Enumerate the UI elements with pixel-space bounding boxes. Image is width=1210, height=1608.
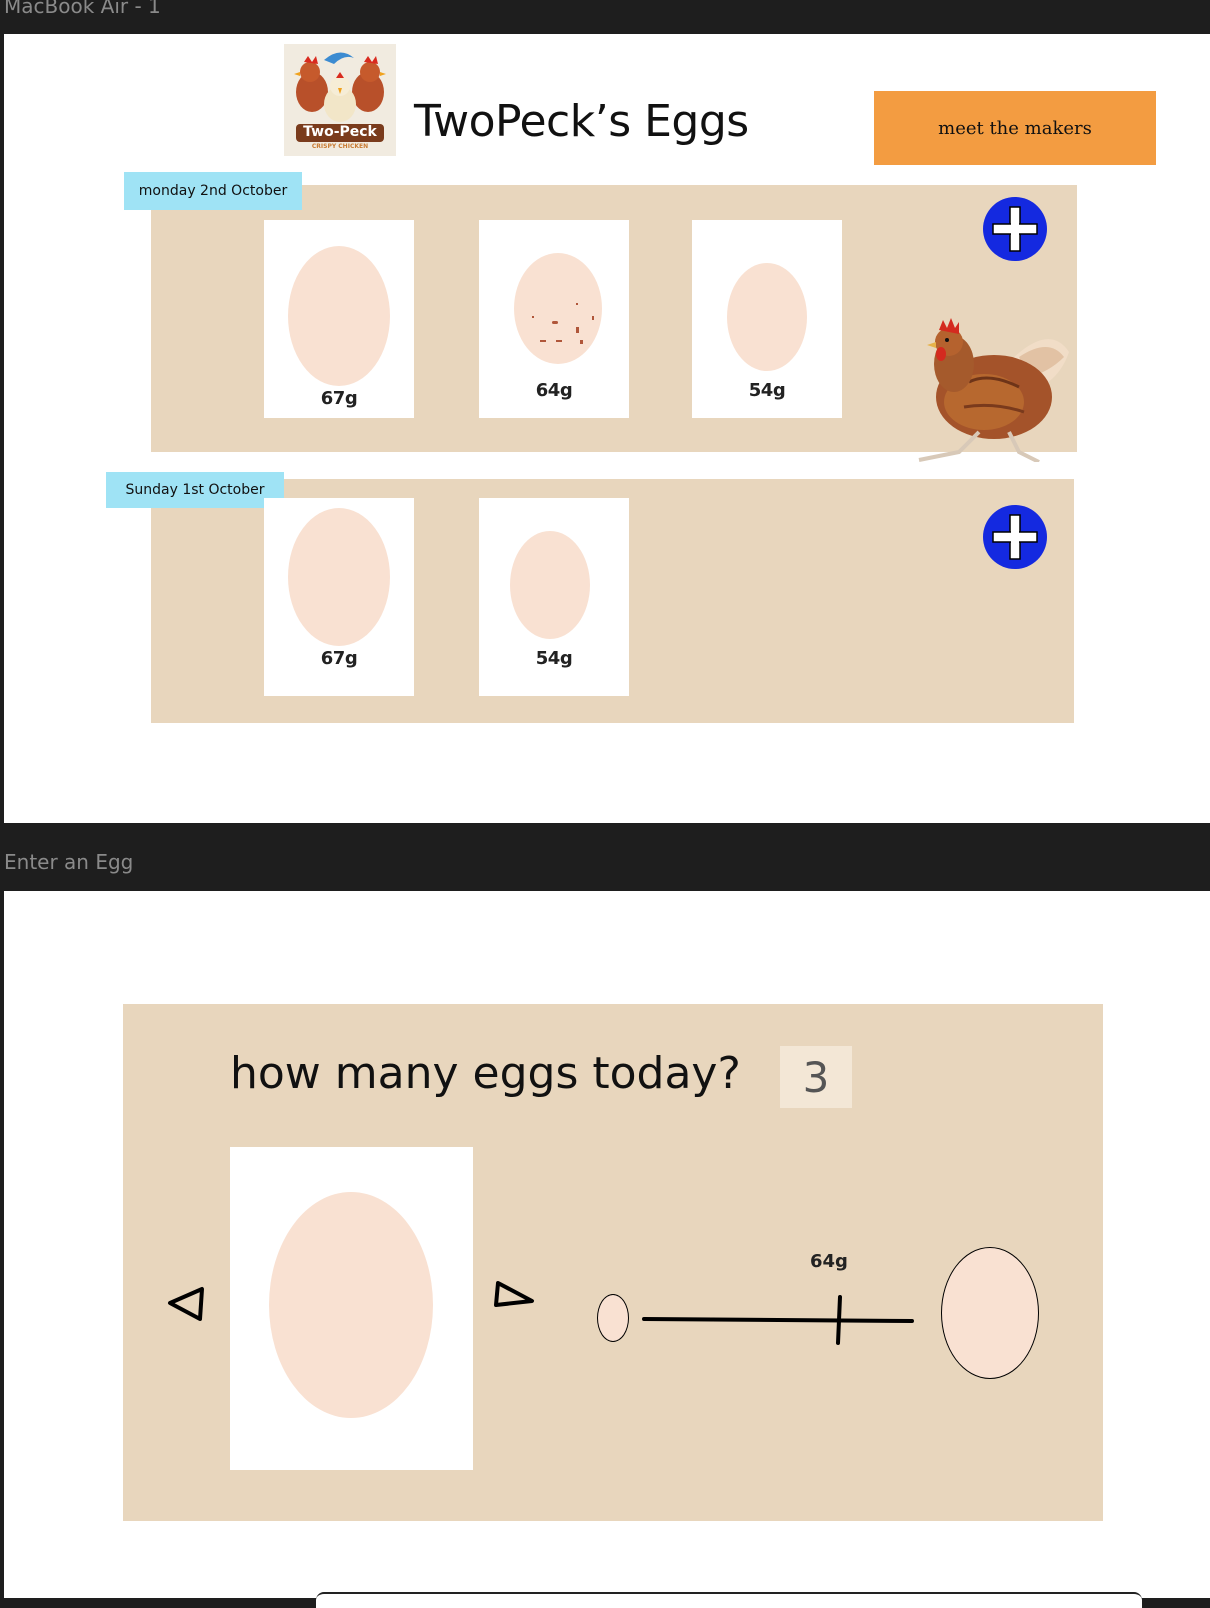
- egg-weight: 54g: [748, 380, 786, 401]
- egg-card[interactable]: 54g: [692, 220, 842, 418]
- slider-thumb: [836, 1295, 842, 1345]
- logo-text: Two-Peck: [303, 124, 377, 140]
- slider-value-label: 64g: [810, 1251, 848, 1272]
- egg-icon: [727, 263, 807, 371]
- egg-weight: 54g: [535, 648, 573, 669]
- frame-label-enter-egg: Enter an Egg: [4, 850, 134, 874]
- egg-weight: 67g: [320, 388, 358, 409]
- egg-icon: [269, 1192, 433, 1418]
- next-egg-arrow-icon[interactable]: [488, 1275, 538, 1325]
- egg-icon: [288, 246, 390, 386]
- add-egg-button[interactable]: [983, 505, 1047, 569]
- hen-image: [918, 318, 1069, 462]
- egg-count-question: how many eggs today?: [230, 1048, 741, 1099]
- meet-the-makers-button[interactable]: meet the makers: [874, 91, 1156, 165]
- egg-icon: [510, 531, 590, 639]
- egg-speckles: [532, 303, 594, 344]
- page-title: TwoPeck’s Eggs: [414, 96, 749, 147]
- egg-weight: 67g: [320, 648, 358, 669]
- weight-slider[interactable]: [642, 1291, 932, 1351]
- bottom-sheet-edge: [316, 1592, 1142, 1608]
- frame-label-macbook: MacBook Air - 1: [4, 0, 161, 18]
- egg-card[interactable]: 54g: [479, 498, 629, 696]
- logo: Two-Peck CRISPY CHICKEN: [284, 44, 396, 156]
- egg-card[interactable]: 64g: [479, 220, 629, 418]
- speckled-egg-icon: [514, 253, 602, 364]
- egg-icon: [288, 508, 390, 646]
- egg-card[interactable]: 67g: [264, 498, 414, 696]
- add-egg-button[interactable]: [983, 197, 1047, 261]
- logo-subtext: CRISPY CHICKEN: [311, 143, 369, 150]
- plus-icon: [992, 206, 1038, 252]
- date-label-monday: monday 2nd October: [124, 172, 302, 210]
- prev-egg-arrow-icon[interactable]: [164, 1279, 214, 1329]
- date-label-sunday: Sunday 1st October: [106, 472, 284, 508]
- small-egg-icon: [597, 1294, 629, 1342]
- frame-enter-egg: how many eggs today? 3 64g: [4, 891, 1210, 1608]
- large-egg-icon: [941, 1247, 1039, 1379]
- egg-count-input[interactable]: 3: [780, 1046, 852, 1108]
- plus-icon: [992, 514, 1038, 560]
- frame-macbook-air: Two-Peck CRISPY CHICKEN TwoPeck’s Eggs m…: [4, 34, 1210, 823]
- egg-preview-card: [230, 1147, 473, 1470]
- egg-card[interactable]: 67g: [264, 220, 414, 418]
- egg-weight: 64g: [535, 380, 573, 401]
